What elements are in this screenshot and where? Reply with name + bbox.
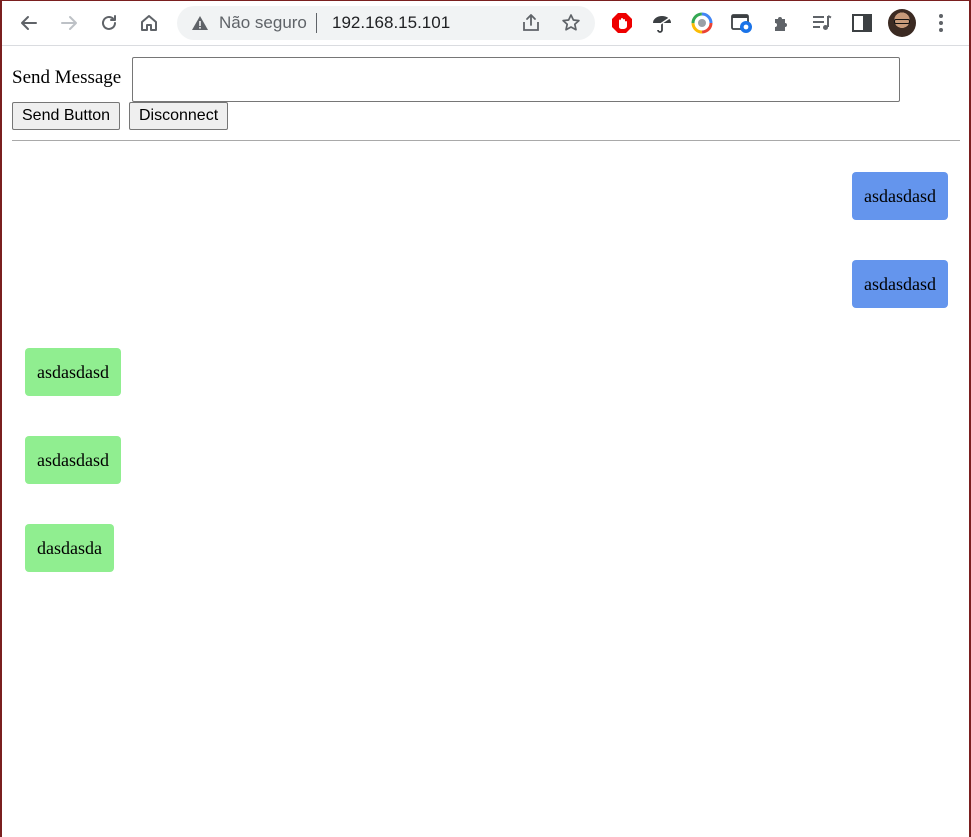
profile-avatar[interactable] <box>888 9 916 37</box>
home-button[interactable] <box>133 7 165 39</box>
back-icon <box>21 16 37 30</box>
message-bubble-received: asdasdasd <box>25 436 121 484</box>
share-icon[interactable] <box>520 12 542 34</box>
umbrella-extension-icon[interactable] <box>650 11 674 35</box>
disconnect-button[interactable]: Disconnect <box>129 102 229 130</box>
security-label[interactable]: Não seguro <box>219 14 307 32</box>
adblock-icon[interactable] <box>610 11 634 35</box>
color-extension-icon[interactable] <box>690 11 714 35</box>
browser-toolbar: Não seguro 192.168.15.101 <box>0 0 971 46</box>
avatar-glasses <box>894 19 910 24</box>
extensions-puzzle-icon[interactable] <box>770 11 794 35</box>
forward-icon <box>61 16 77 30</box>
message-input[interactable] <box>132 57 900 102</box>
url-text[interactable]: 192.168.15.101 <box>332 14 450 32</box>
send-button[interactable]: Send Button <box>12 102 121 130</box>
media-queue-icon[interactable] <box>810 11 834 35</box>
screenshot-extension-icon[interactable] <box>730 11 754 35</box>
message-bubble-sent: asdasdasd <box>852 260 948 308</box>
message-bubble-sent: asdasdasd <box>852 172 948 220</box>
warning-icon[interactable] <box>191 14 209 32</box>
home-icon <box>141 15 157 31</box>
address-bar[interactable]: Não seguro 192.168.15.101 <box>177 6 595 40</box>
send-form: Send Message <box>12 56 912 102</box>
menu-kebab-icon[interactable] <box>930 12 952 34</box>
send-message-label: Send Message <box>12 67 122 88</box>
star-icon[interactable] <box>560 12 582 34</box>
reload-icon <box>102 15 116 30</box>
message-bubble-received: asdasdasd <box>25 348 121 396</box>
back-button[interactable] <box>13 7 45 39</box>
forward-button[interactable] <box>53 7 85 39</box>
reload-button[interactable] <box>93 7 125 39</box>
omnibox-divider <box>316 13 317 33</box>
side-panel-icon[interactable] <box>850 11 874 35</box>
divider <box>12 140 960 141</box>
message-bubble-received: dasdasda <box>25 524 114 572</box>
